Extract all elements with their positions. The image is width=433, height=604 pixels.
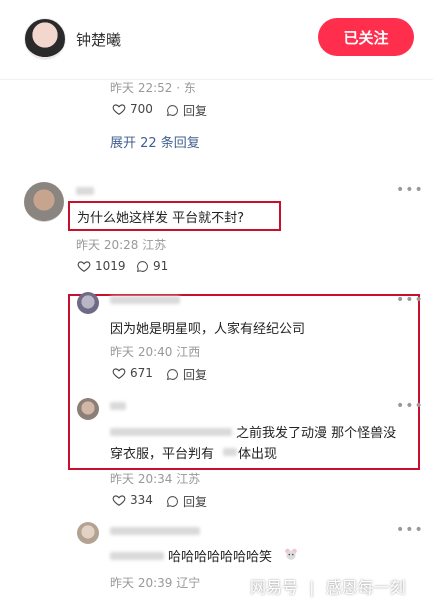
more-dots-icon[interactable]: ••• [396, 292, 424, 308]
reply-label: 回复 [183, 368, 208, 382]
reply-meta: 昨天 20:39 辽宁 [110, 576, 201, 590]
mouse-emoji-icon [285, 548, 297, 560]
more-dots-icon[interactable]: ••• [396, 522, 424, 538]
heart-outline-icon [112, 368, 126, 379]
like-count: 334 [130, 493, 153, 507]
comment-text: 为什么她这样发 平台就不封? [77, 211, 245, 226]
reply-text-line-1: 之前我发了动漫 那个怪兽没 [236, 426, 397, 441]
watermark: 网易号 | 感恩每一刻 [250, 574, 406, 598]
comment-reply-button[interactable]: 91 [136, 259, 168, 273]
reply-label: 回复 [183, 104, 208, 118]
reply-author-redacted [110, 402, 126, 410]
heart-outline-icon [77, 261, 91, 272]
commenter-name-redacted [76, 187, 94, 195]
like-count: 671 [130, 366, 153, 380]
more-dots-icon[interactable]: ••• [396, 398, 424, 414]
reply-text-redacted [223, 448, 237, 456]
reply-author-redacted [110, 296, 180, 304]
heart-outline-icon [112, 495, 126, 506]
reply-author-redacted [110, 527, 200, 535]
reply-avatar[interactable] [77, 522, 99, 544]
speech-bubble-icon [166, 369, 178, 381]
reply-like-button[interactable]: 334 [112, 493, 153, 507]
like-count: 700 [130, 102, 153, 116]
comment-meta: 昨天 20:28 江苏 [76, 238, 167, 252]
reply-text-redacted [110, 552, 164, 560]
reply-avatar[interactable] [77, 398, 99, 420]
top-reply-meta: 昨天 22:52 · 东 [110, 81, 196, 95]
reply-count: 91 [153, 259, 169, 273]
reply-reply-button[interactable]: 回复 [166, 366, 207, 383]
author-name[interactable]: 钟楚曦 [76, 29, 121, 50]
watermark-separator: | [309, 578, 315, 597]
speech-bubble-icon [136, 260, 148, 272]
like-count: 1019 [95, 259, 126, 273]
expand-replies-link[interactable]: 展开 22 条回复 [110, 132, 200, 151]
reply-meta: 昨天 20:40 江西 [110, 345, 201, 359]
watermark-brand: 网易号 [250, 578, 299, 597]
heart-outline-icon [112, 104, 126, 115]
watermark-account: 感恩每一刻 [325, 578, 406, 597]
reply-meta: 昨天 20:34 江苏 [110, 472, 201, 486]
header-divider [0, 79, 433, 80]
speech-bubble-icon [166, 105, 178, 117]
reply-text: 因为她是明星呗，人家有经纪公司 [110, 322, 306, 337]
author-avatar[interactable] [24, 18, 66, 60]
more-dots-icon[interactable]: ••• [396, 182, 424, 198]
reply-text-line-2a: 穿衣服，平台判有 [110, 447, 215, 462]
reply-text-line-2b: 体出现 [238, 447, 278, 462]
reply-like-button[interactable]: 671 [112, 366, 153, 380]
commenter-avatar[interactable] [24, 182, 64, 222]
follow-button[interactable]: 已关注 [318, 18, 414, 56]
post-header: 钟楚曦 已关注 [0, 0, 433, 78]
reply-avatar[interactable] [77, 292, 99, 314]
reply-text-redacted [110, 428, 232, 436]
reply-reply-button[interactable]: 回复 [166, 493, 207, 510]
speech-bubble-icon [166, 496, 178, 508]
reply-text: 哈哈哈哈哈哈哈笑 [168, 550, 273, 565]
reply-label: 回复 [183, 495, 208, 509]
top-reply-like-button[interactable]: 700 [112, 102, 153, 116]
comment-like-button[interactable]: 1019 [77, 259, 126, 273]
top-reply-reply-button[interactable]: 回复 [166, 102, 207, 119]
